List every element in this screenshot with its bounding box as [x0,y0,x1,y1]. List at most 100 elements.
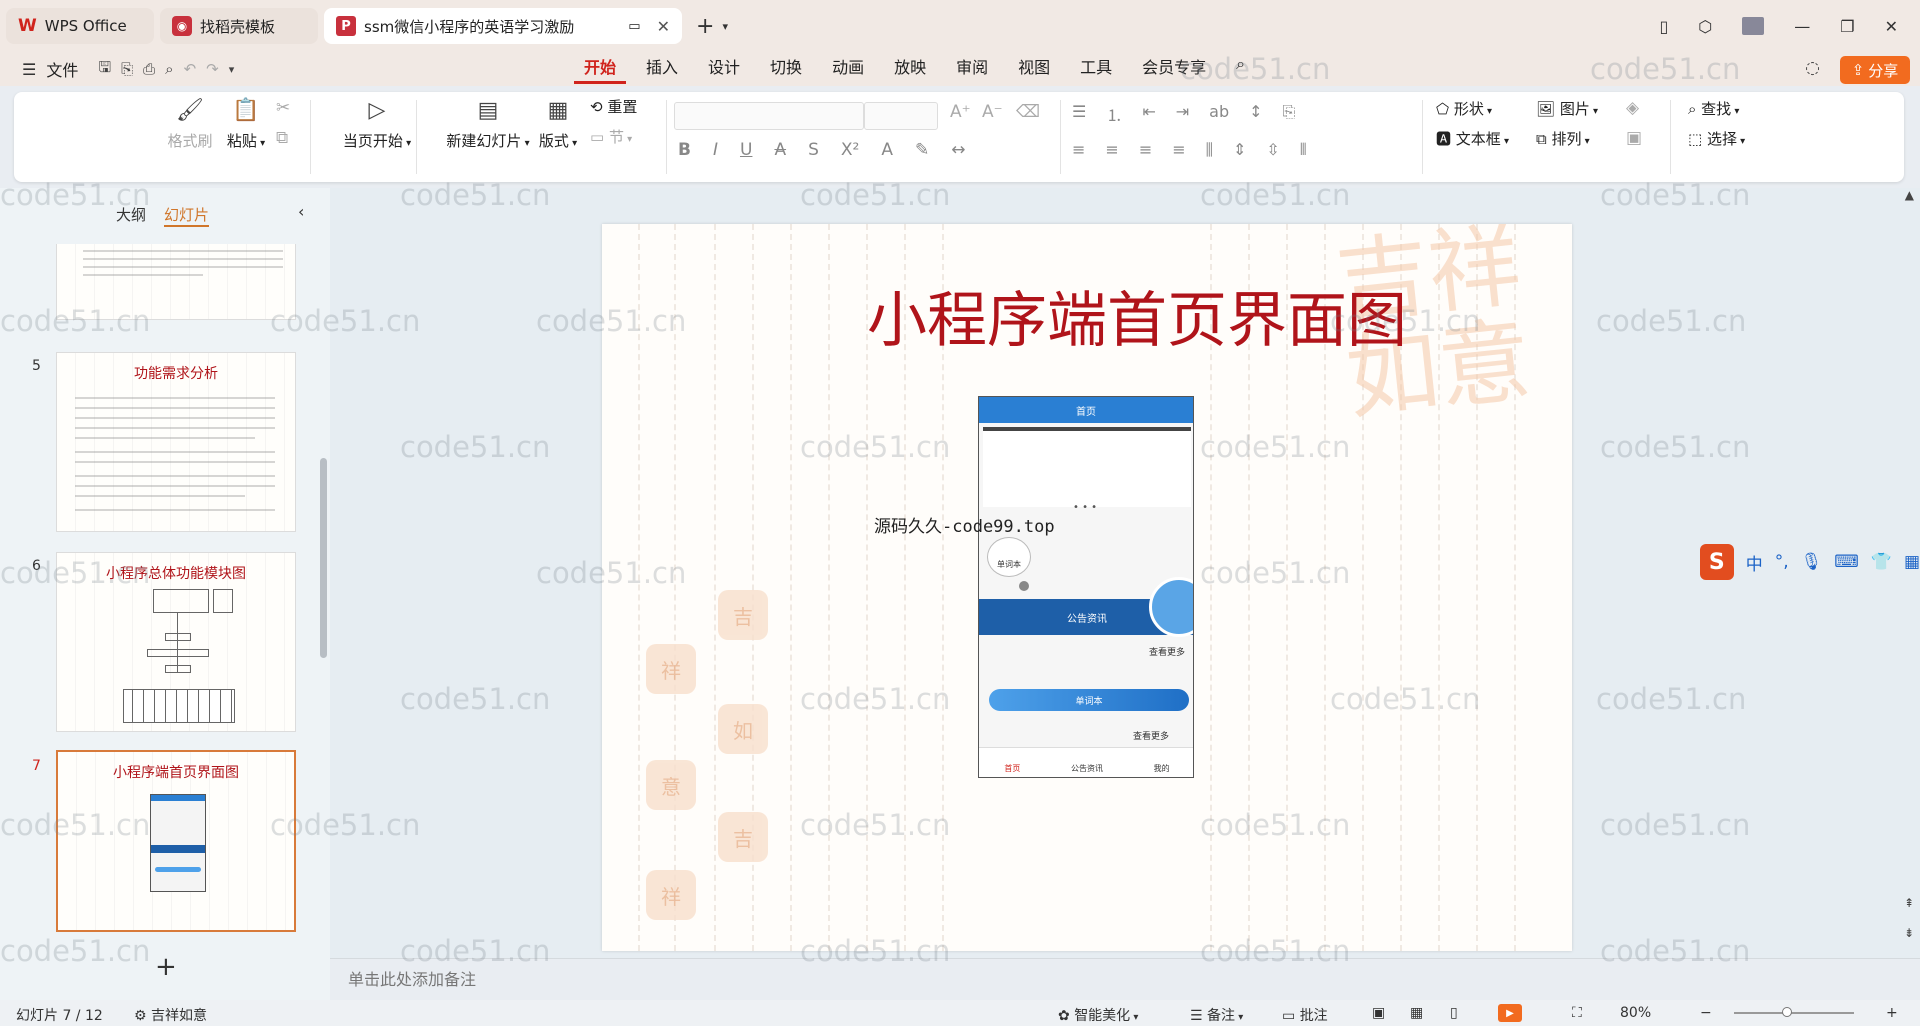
slide-thumbnail-6[interactable]: 小程序总体功能模块图 [56,552,296,732]
print-preview-icon[interactable]: ⌕ [165,60,173,78]
highlight-icon[interactable]: ✎ [915,140,929,160]
chat-icon[interactable]: ◌ [1805,58,1820,78]
menu-review[interactable]: 审阅 [946,54,998,84]
sort-icon[interactable]: ↕ [1249,102,1262,126]
tab-presentation[interactable]: P ssm微信小程序的英语学习激励 ▭ ✕ [324,8,682,44]
clear-format-icon[interactable]: ⌫ [1016,102,1040,122]
line-spacing-icon[interactable]: ⇕ [1233,140,1246,160]
slide-title[interactable]: 小程序端首页界面图 [602,272,1572,359]
notes-placeholder[interactable]: 单击此处添加备注 [348,966,476,990]
slide-thumbnail-4[interactable] [56,244,296,320]
find-button[interactable]: ⌕ 查找 ▾ [1688,98,1739,119]
beautify-button[interactable]: ✿ 智能美化 ▾ [1058,1005,1138,1025]
text-direction-icon[interactable]: ab [1209,102,1229,126]
paste-button[interactable]: 📋 粘贴 ▾ [214,98,278,151]
align-center-icon[interactable]: ≡ [1105,140,1118,160]
share-button[interactable]: ⇪ 分享 [1840,56,1910,84]
increase-font-icon[interactable]: A⁺ [950,102,971,122]
tab-wps-office[interactable]: W WPS Office [6,8,154,44]
scroll-up-icon[interactable]: ▲ [1905,188,1914,202]
underline-icon[interactable]: U [740,140,752,160]
play-button[interactable]: ▶ [1498,1004,1522,1022]
close-window-icon[interactable]: ✕ [1885,17,1898,36]
layout-icon[interactable]: ▯ [1659,17,1668,36]
thumbnail-scrollbar[interactable] [320,458,327,658]
normal-view-icon[interactable]: ▣ [1372,1005,1385,1021]
fit-window-icon[interactable]: ⛶ [1572,1005,1582,1021]
menu-slideshow[interactable]: 放映 [884,54,936,84]
prev-slide-icon[interactable]: ⇞ [1904,896,1914,910]
font-color-icon[interactable]: A [881,140,893,160]
zoom-out-icon[interactable]: − [1700,1005,1712,1021]
maximize-icon[interactable]: ❐ [1840,17,1854,36]
export-icon[interactable]: ⎘ [121,60,133,78]
bold-icon[interactable]: B [678,140,691,160]
char-spacing-icon[interactable]: ↔ [951,140,965,160]
zoom-slider[interactable] [1734,1012,1854,1014]
collapse-panel-icon[interactable]: ‹ [298,202,304,221]
cube-icon[interactable]: ⬡ [1698,17,1712,36]
add-slide-icon[interactable]: + [155,952,177,982]
new-tab-icon[interactable]: + [696,14,714,39]
shadow-icon[interactable]: S [808,140,819,160]
outdent-icon[interactable]: ⇤ [1142,102,1155,126]
skin-icon[interactable]: 👕 [1871,552,1892,572]
tab-outline[interactable]: 大纲 [116,204,146,225]
font-size-select[interactable] [864,102,938,130]
menu-member[interactable]: 会员专享 [1132,54,1216,84]
reading-view-icon[interactable]: ▯ [1450,1005,1458,1021]
format-painter-button[interactable]: 🖌 格式刷 [160,98,220,151]
arrange-button[interactable]: ⧉ 排列 ▾ [1536,128,1590,149]
notes-button[interactable]: ☰ 备注 ▾ [1190,1005,1243,1025]
distribute-icon[interactable]: ⫼ [1206,140,1213,160]
menu-transition[interactable]: 切换 [760,54,812,84]
keyboard-icon[interactable]: ⌨ [1834,552,1859,572]
section-button[interactable]: ▭ 节 ▾ [590,126,632,147]
next-slide-icon[interactable]: ⇟ [1904,926,1914,940]
italic-icon[interactable]: I [713,140,718,160]
quick-access-chevron-icon[interactable]: ▾ [229,63,235,76]
zoom-in-icon[interactable]: + [1886,1005,1898,1021]
justify-icon[interactable]: ≡ [1172,140,1185,160]
microphone-icon[interactable]: 🎙 [1801,552,1823,572]
menu-design[interactable]: 设计 [698,54,750,84]
copy-icon[interactable]: ⧉ [276,128,288,148]
picture-button[interactable]: 🖼 图片 ▾ [1536,98,1598,119]
shape-button[interactable]: ⬠ 形状 ▾ [1436,98,1492,119]
fill-icon[interactable]: ◈ [1626,98,1639,118]
current-slide[interactable]: 吉祥 如意 吉 祥 如 意 吉 祥 小程序端首页界面图 首页 • • • 单词本 … [602,224,1572,951]
punctuation-icon[interactable]: °, [1775,552,1789,572]
align-left-icon[interactable]: ≡ [1072,140,1085,160]
textbox-button[interactable]: 🅰 文本框 ▾ [1436,128,1509,149]
save-icon[interactable]: 🖫 [98,57,111,82]
tab-docer[interactable]: ◉ 找稻壳模板 [160,8,318,44]
avatar[interactable] [1742,17,1765,35]
tab-monitor-icon[interactable]: ▭ [628,19,640,34]
convert-icon[interactable]: ⎘ [1283,102,1296,126]
print-icon[interactable]: ⎙ [143,60,155,78]
ime-lang[interactable]: 中 [1746,550,1763,575]
slide-thumbnail-5[interactable]: 功能需求分析 [56,352,296,532]
indent-icon[interactable]: ⇥ [1176,102,1189,126]
font-family-select[interactable] [674,102,864,130]
layout-button[interactable]: ▦ 版式 ▾ [528,98,588,151]
menu-tools[interactable]: 工具 [1070,54,1122,84]
numbering-icon[interactable]: ⒈ [1106,102,1122,126]
align-right-icon[interactable]: ≡ [1139,140,1152,160]
zoom-level[interactable]: 80% [1620,1005,1651,1021]
hamburger-icon[interactable]: ☰ [22,60,36,79]
theme-button[interactable]: ⚙ 吉祥如意 [134,1005,207,1025]
superscript-icon[interactable]: X² [841,140,859,160]
tab-slides[interactable]: 幻灯片 [164,204,210,227]
sogou-logo-icon[interactable]: S [1700,544,1734,580]
menu-animation[interactable]: 动画 [822,54,874,84]
outline-icon[interactable]: ▣ [1626,128,1642,148]
columns-icon[interactable]: ⫴ [1300,140,1307,160]
minimize-icon[interactable]: — [1794,17,1810,36]
menu-insert[interactable]: 插入 [636,54,688,84]
tab-list-chevron-icon[interactable]: ▾ [722,20,728,33]
decrease-font-icon[interactable]: A⁻ [982,102,1003,122]
phone-screenshot[interactable]: 首页 • • • 单词本 公告资讯 查看更多 单词本 查看更多 首页 公告资讯 … [978,396,1194,778]
redo-icon[interactable]: ↷ [206,60,219,78]
close-tab-icon[interactable]: ✕ [657,17,670,36]
